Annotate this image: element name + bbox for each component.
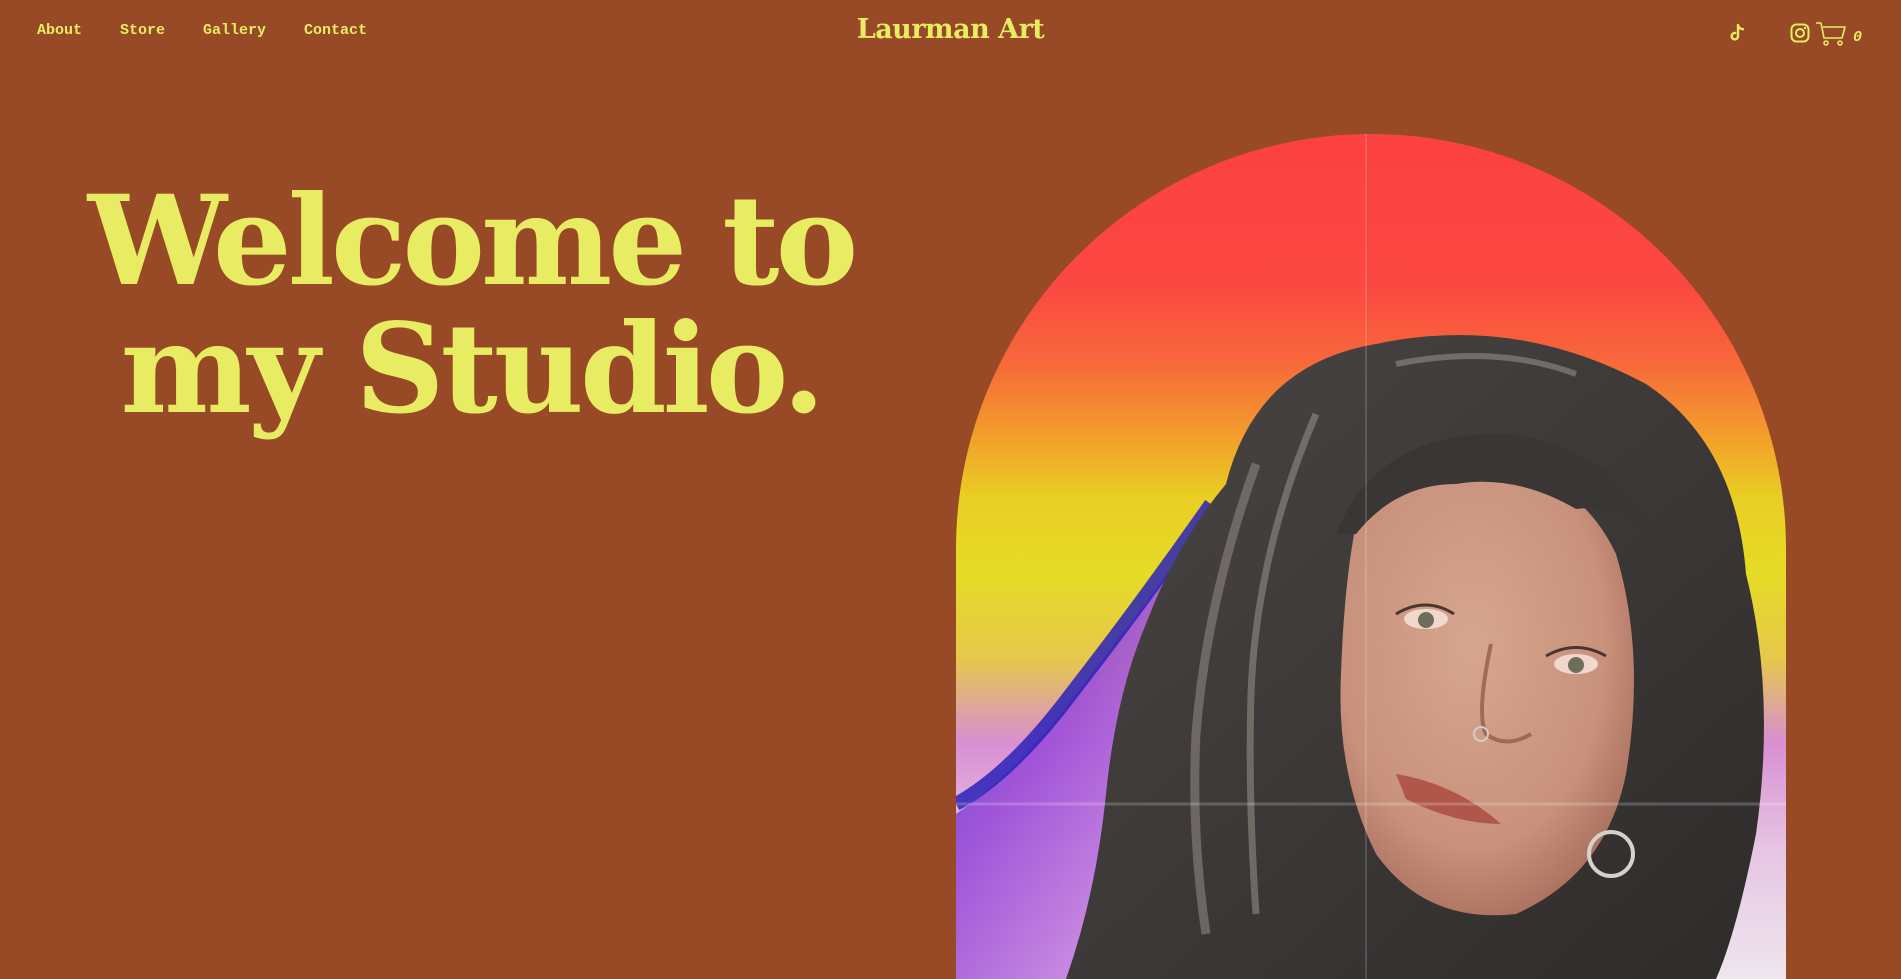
site-title-wrapper: Laurman Art	[0, 14, 1901, 45]
hero-heading: Welcome to my Studio.	[0, 178, 942, 434]
cart-button[interactable]: 0	[1815, 20, 1862, 53]
cart-icon	[1815, 20, 1847, 53]
portrait-illustration	[956, 134, 1786, 979]
instagram-icon[interactable]	[1790, 23, 1810, 43]
site-title[interactable]: Laurman Art	[857, 14, 1045, 45]
cart-count: 0	[1853, 29, 1863, 46]
hero-heading-line-2: my Studio.	[120, 297, 826, 442]
tiktok-icon[interactable]	[1729, 22, 1749, 44]
artist-portrait	[956, 134, 1786, 979]
hero-heading-line-1: Welcome to	[87, 169, 859, 314]
